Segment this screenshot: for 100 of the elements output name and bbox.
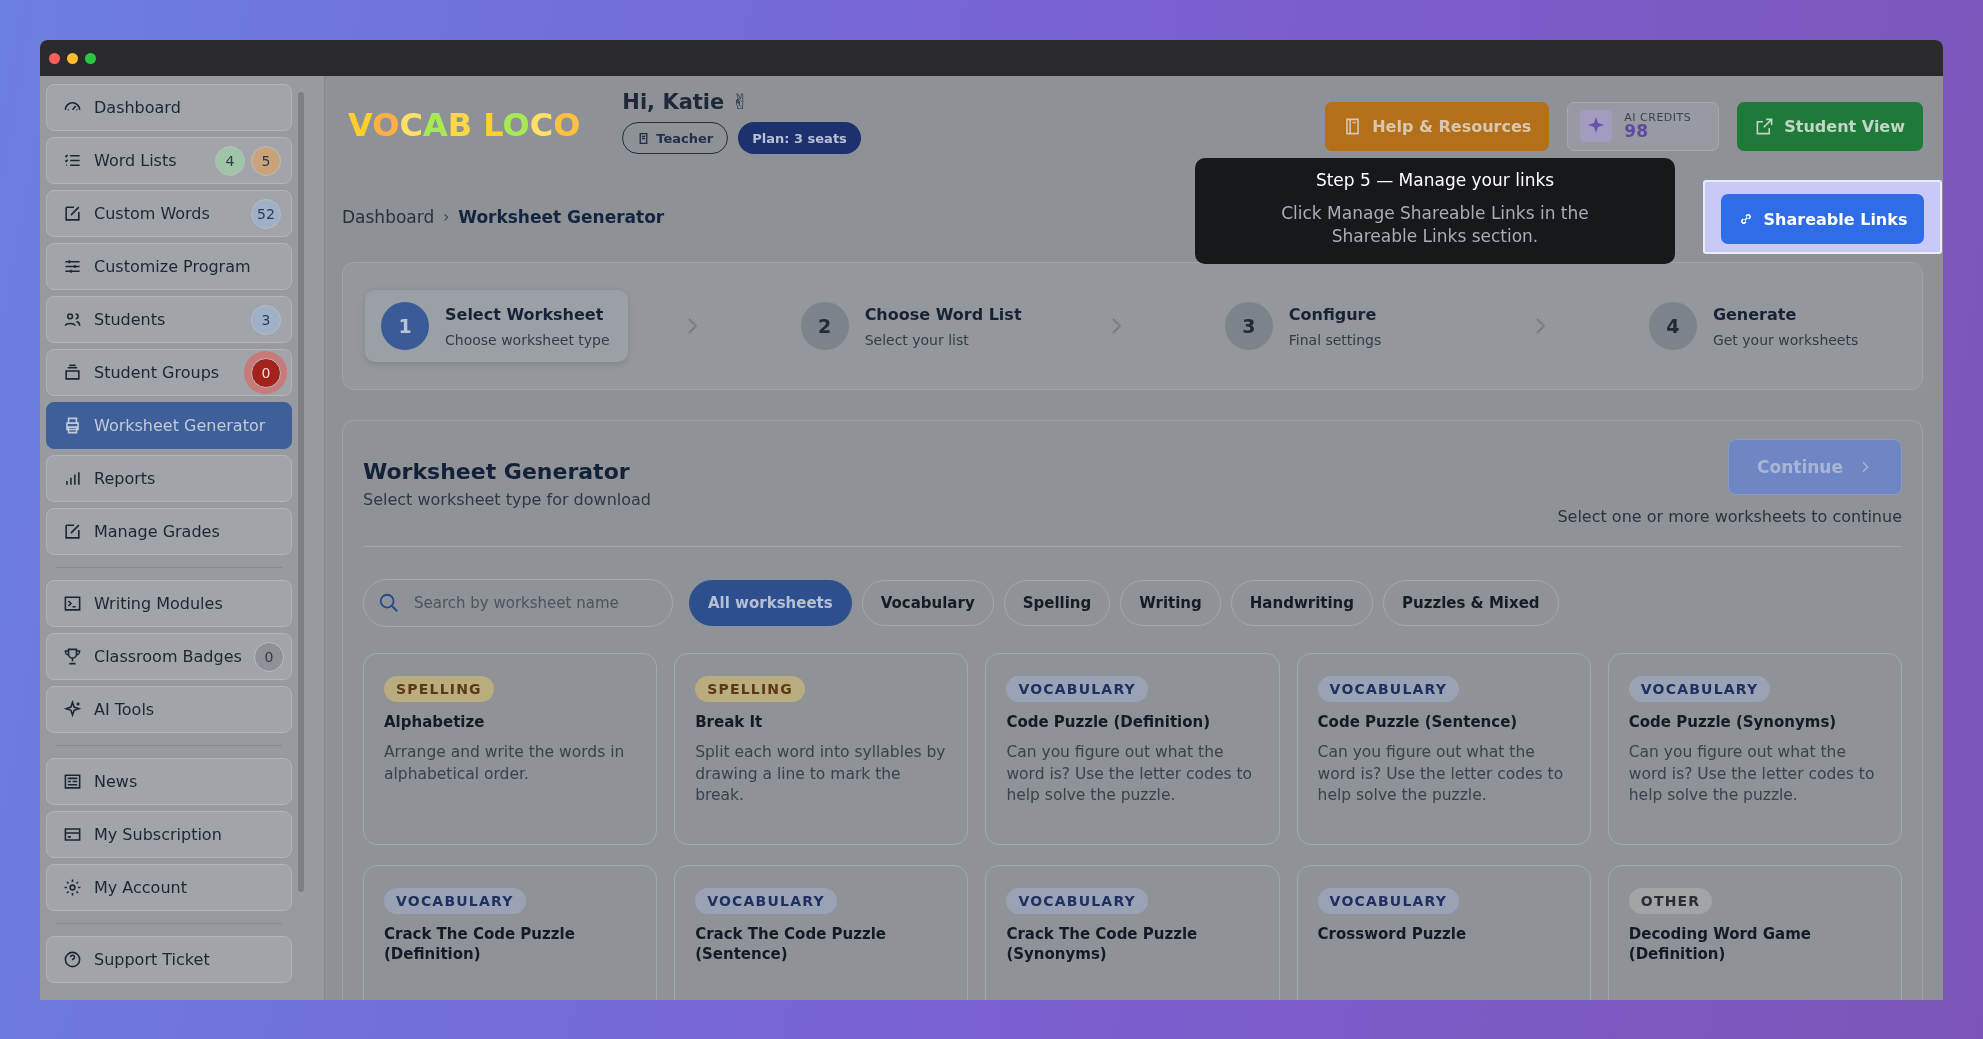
shareable-links-button[interactable]: Shareable Links	[1721, 194, 1924, 244]
step[interactable]: 3 Configure Final settings	[1208, 290, 1476, 362]
category-tag: VOCABULARY	[695, 888, 837, 914]
step-title: Generate	[1712, 304, 1798, 324]
sidebar-item[interactable]: News	[46, 758, 292, 805]
sidebar-item[interactable]: Writing Modules	[46, 580, 292, 627]
credits-label: AI CREDITS	[1624, 112, 1692, 123]
category-tag: VOCABULARY	[1006, 676, 1148, 702]
step-number: 4	[1648, 302, 1697, 350]
panel-subtitle: Select worksheet type for download	[363, 490, 651, 509]
sparkles-icon	[63, 700, 82, 719]
worksheet-card[interactable]: VOCABULARY Crack The Code Puzzle (Sentence)	[674, 865, 969, 1000]
help-icon	[63, 950, 82, 969]
newspaper-icon	[63, 772, 82, 791]
stack-icon	[63, 363, 82, 382]
worksheet-card[interactable]: OTHER Decoding Word Game (Definition)	[1607, 865, 1902, 1000]
continue-hint: Select one or more worksheets to continue	[1557, 507, 1902, 526]
card-title: Code Puzzle (Sentence)	[1317, 712, 1518, 733]
window-control[interactable]	[49, 52, 60, 64]
window-control[interactable]	[67, 52, 78, 64]
category-tag: VOCABULARY	[1006, 888, 1148, 914]
trophy-icon	[63, 647, 82, 666]
tooltip-text: Click Manage Shareable Links in the Shareable Links section.	[1280, 202, 1590, 248]
sidebar-item[interactable]: Worksheet Generator	[46, 402, 292, 449]
bar-chart-icon	[63, 469, 82, 488]
window-control[interactable]	[85, 52, 96, 64]
step-subtitle: Final settings	[1288, 331, 1382, 348]
worksheet-card[interactable]: VOCABULARY Code Puzzle (Definition) Can you figure out what the word is? Use the letter codes to help solve the puzzle.	[985, 653, 1280, 845]
category-tag: VOCABULARY	[1317, 888, 1460, 914]
card-title: Code Puzzle (Definition)	[1006, 712, 1211, 733]
filter-chip[interactable]: All worksheets	[689, 580, 852, 626]
sidebar-item[interactable]: Reports	[46, 455, 292, 502]
card-description: Can you figure out what the word is? Use the letter codes to help solve the puzzle.	[1317, 742, 1565, 806]
step-number: 3	[1224, 302, 1273, 350]
worksheet-card[interactable]: VOCABULARY Code Puzzle (Synonyms) Can you figure out what the word is? Use the letter codes to help solve the puzzle.	[1607, 653, 1902, 845]
sidebar-item[interactable]: Support Ticket	[46, 936, 292, 983]
category-tag: SPELLING	[695, 676, 805, 702]
category-tag: SPELLING	[384, 676, 494, 702]
card-title: Code Puzzle (Synonyms)	[1628, 712, 1837, 733]
settings-icon	[63, 878, 82, 897]
printer-icon	[63, 416, 82, 435]
breadcrumb-link[interactable]: Dashboard	[342, 207, 435, 227]
step[interactable]: 4 Generate Get your worksheets	[1632, 290, 1900, 362]
step-number: 1	[381, 302, 429, 350]
sidebar-item[interactable]: Custom Words 52	[46, 190, 292, 237]
category-tag: OTHER	[1628, 888, 1713, 914]
step[interactable]: 2 Choose Word List Select your list	[784, 290, 1052, 362]
card-title: Crossword Puzzle	[1317, 924, 1467, 945]
edit-icon	[63, 522, 82, 541]
chevron-right-icon	[1111, 318, 1121, 334]
external-link-icon	[1755, 116, 1775, 136]
credit-card-icon	[63, 825, 82, 844]
sidebar-item[interactable]: Manage Grades	[46, 508, 292, 555]
users-icon	[63, 310, 82, 329]
chevron-right-icon	[1535, 318, 1545, 334]
scrollbar[interactable]	[298, 92, 304, 892]
card-title: Crack The Code Puzzle (Sentence)	[695, 924, 887, 965]
category-tag: VOCABULARY	[1628, 676, 1771, 702]
sidebar-item[interactable]: Student Groups 0	[46, 349, 292, 396]
card-title: Crack The Code Puzzle (Synonyms)	[1006, 924, 1199, 965]
category-tag: VOCABULARY	[384, 888, 526, 914]
step-title: Configure	[1288, 304, 1378, 324]
worksheet-card[interactable]: SPELLING Alphabetize Arrange and write the words in alphabetical order.	[363, 653, 658, 845]
sidebar-item[interactable]: My Subscription	[46, 811, 292, 858]
count-badge: 0	[253, 641, 284, 672]
terminal-icon	[63, 594, 82, 613]
step-number: 2	[800, 302, 849, 350]
panel-title: Worksheet Generator	[363, 459, 631, 484]
worksheet-card[interactable]: VOCABULARY Crossword Puzzle	[1296, 865, 1591, 1000]
worksheet-card[interactable]: VOCABULARY Crack The Code Puzzle (Definition)	[363, 865, 658, 1000]
edit-icon	[63, 204, 82, 223]
card-description: Split each word into syllables by drawing a line to mark the break.	[695, 742, 947, 806]
search-icon	[378, 592, 400, 614]
search-input[interactable]: Search by worksheet name	[412, 593, 656, 613]
sidebar-item[interactable]: Word Lists 4 5	[46, 137, 292, 184]
worksheet-card[interactable]: VOCABULARY Code Puzzle (Sentence) Can you figure out what the word is? Use the letter codes to help solve the puzzle.	[1296, 653, 1591, 845]
sidebar-item[interactable]: Classroom Badges 0	[46, 633, 292, 680]
card-description: Arrange and write the words in alphabetical order.	[384, 742, 626, 785]
worksheet-card[interactable]: SPELLING Break It Split each word into syllables by drawing a line to mark the break.	[674, 653, 969, 845]
step[interactable]: 1 Select Worksheet Choose worksheet type	[365, 290, 628, 362]
sidebar-item[interactable]: Students 3	[46, 296, 292, 343]
card-title: Crack The Code Puzzle (Definition)	[384, 924, 576, 965]
card-description: Can you figure out what the word is? Use the letter codes to help solve the puzzle.	[1006, 742, 1253, 806]
role-label: Teacher	[656, 130, 714, 146]
sidebar-item[interactable]: AI Tools	[46, 686, 292, 733]
count-badge: 5	[251, 145, 281, 176]
student-view-button[interactable]: Student View	[1737, 101, 1923, 151]
greeting: Hi, Katie ✌	[622, 90, 751, 114]
sidebar-item[interactable]: My Account	[46, 864, 292, 911]
step-subtitle: Get your worksheets	[1712, 331, 1859, 348]
card-title: Break It	[695, 712, 763, 733]
breadcrumb-link[interactable]: Worksheet Generator	[458, 207, 665, 227]
sliders-icon	[63, 257, 82, 276]
sparkles-icon	[1580, 110, 1613, 142]
worksheet-card[interactable]: VOCABULARY Crack The Code Puzzle (Synonyms)	[985, 865, 1280, 1000]
card-title: Alphabetize	[384, 712, 485, 733]
step-subtitle: Select your list	[864, 331, 970, 348]
tooltip-title: Step 5 — Manage your links	[1314, 170, 1556, 190]
sidebar-item[interactable]: Customize Program	[46, 243, 292, 290]
sidebar-item[interactable]: Dashboard	[46, 84, 292, 131]
